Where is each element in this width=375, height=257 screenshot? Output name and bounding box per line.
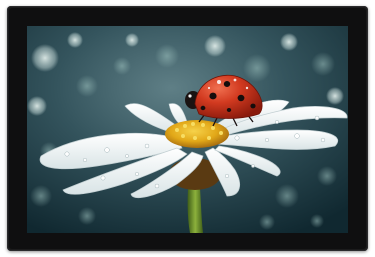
display-device — [7, 6, 368, 251]
display-screen — [27, 26, 348, 233]
screen-photo — [27, 26, 348, 233]
